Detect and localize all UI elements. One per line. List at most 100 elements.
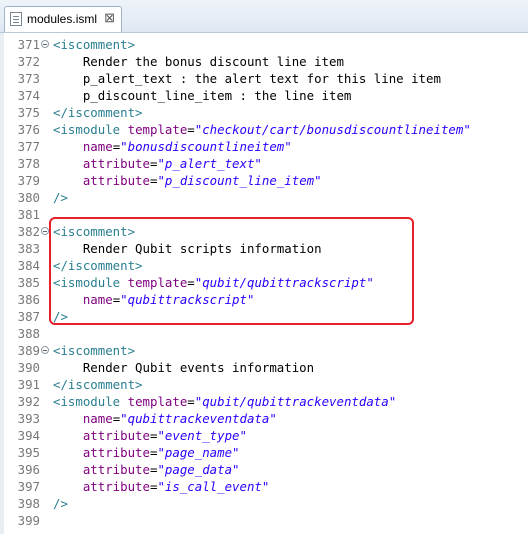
code-line[interactable]: 371 <iscomment>: [0, 36, 528, 53]
code-text: attribute="p_discount_line_item": [53, 172, 322, 189]
code-comment-text: =: [187, 275, 195, 290]
code-line[interactable]: 374 p_discount_line_item : the line item: [0, 87, 528, 104]
code-tag: </iscomment>: [53, 258, 143, 273]
code-attribute: name: [82, 139, 113, 154]
line-number: 385: [17, 275, 40, 290]
code-line[interactable]: 391 </iscomment>: [0, 376, 528, 393]
code-attribute: attribute: [82, 479, 150, 494]
code-text: <ismodule template="qubit/qubittrackeven…: [53, 393, 396, 410]
code-tag: </iscomment>: [53, 377, 143, 392]
code-line[interactable]: 384 </iscomment>: [0, 257, 528, 274]
code-string: "checkout/cart/bonusdiscountlineitem": [194, 122, 471, 137]
code-line[interactable]: 381: [0, 206, 528, 223]
code-string: "qubit/qubittrackscript": [194, 275, 374, 290]
line-number: 388: [17, 326, 40, 341]
code-text: attribute="page_name": [53, 444, 240, 461]
fold-toggle-icon[interactable]: [41, 40, 49, 48]
code-comment-text: p_discount_line_item : the line item: [82, 88, 352, 103]
tab-label: modules.isml: [27, 12, 98, 26]
code-tag: <iscomment>: [53, 224, 136, 239]
code-line[interactable]: 396 attribute="page_data": [0, 461, 528, 478]
code-line[interactable]: 387 />: [0, 308, 528, 325]
code-comment-text: p_alert_text : the alert text for this l…: [82, 71, 441, 86]
line-number: 387: [17, 309, 40, 324]
code-line[interactable]: 395 attribute="page_name": [0, 444, 528, 461]
fold-toggle-icon[interactable]: [41, 227, 49, 235]
line-number: 375: [17, 105, 40, 120]
code-line[interactable]: 399: [0, 512, 528, 529]
line-number: 372: [17, 54, 40, 69]
line-number: 390: [17, 360, 40, 375]
code-line[interactable]: 388: [0, 325, 528, 342]
line-number: 394: [17, 428, 40, 443]
line-number: 379: [17, 173, 40, 188]
code-line[interactable]: 389 <iscomment>: [0, 342, 528, 359]
code-string: "page_name": [157, 445, 240, 460]
tab-modules-isml[interactable]: modules.isml ⊠: [4, 6, 122, 32]
code-line[interactable]: 392 <ismodule template="qubit/qubittracke…: [0, 393, 528, 410]
line-number: 392: [17, 394, 40, 409]
code-line[interactable]: 385 <ismodule template="qubit/qubittracks…: [0, 274, 528, 291]
code-line[interactable]: 393 name="qubittrackeventdata": [0, 410, 528, 427]
code-text: attribute="is_call_event": [53, 478, 270, 495]
code-line[interactable]: 394 attribute="event_type": [0, 427, 528, 444]
code-line[interactable]: 382 <iscomment>: [0, 223, 528, 240]
code-string: "qubit/qubittrackeventdata": [194, 394, 397, 409]
code-attribute: attribute: [82, 445, 150, 460]
code-text: name="qubittrackscript": [53, 291, 255, 308]
code-editor[interactable]: 371 <iscomment> 372 Render the bonus disco…: [0, 33, 528, 534]
code-tag: <iscomment>: [53, 343, 136, 358]
fold-toggle-icon[interactable]: [41, 346, 49, 354]
code-text: </iscomment>: [53, 104, 143, 121]
line-number: 381: [17, 207, 40, 222]
code-text: />: [53, 189, 68, 206]
code-text: attribute="page_data": [53, 461, 240, 478]
code-line[interactable]: 386 name="qubittrackscript": [0, 291, 528, 308]
code-text: </iscomment>: [53, 257, 143, 274]
code-line[interactable]: 383 Render Qubit scripts information: [0, 240, 528, 257]
code-string: "page_data": [157, 462, 240, 477]
code-text: attribute="p_alert_text": [53, 155, 262, 172]
code-text: <ismodule template="checkout/cart/bonusd…: [53, 121, 471, 138]
code-text: <iscomment>: [53, 223, 135, 240]
code-string: "event_type": [157, 428, 247, 443]
code-string: "bonusdiscountlineitem": [120, 139, 292, 154]
code-comment-text: Render Qubit scripts information: [82, 241, 322, 256]
code-string: "p_discount_line_item": [157, 173, 322, 188]
code-line[interactable]: 397 attribute="is_call_event": [0, 478, 528, 495]
code-text: />: [53, 308, 68, 325]
code-attribute: name: [82, 292, 113, 307]
code-line[interactable]: 372 Render the bonus discount line item: [0, 53, 528, 70]
code-text: />: [53, 495, 68, 512]
line-number: 374: [17, 88, 40, 103]
code-attribute: template: [127, 394, 188, 409]
code-line[interactable]: 376 <ismodule template="checkout/cart/bon…: [0, 121, 528, 138]
line-number: 384: [17, 258, 40, 273]
code-comment-text: Render Qubit events information: [82, 360, 315, 375]
code-line[interactable]: 390 Render Qubit events information: [0, 359, 528, 376]
code-line[interactable]: 398 />: [0, 495, 528, 512]
code-tag: <ismodule: [53, 275, 128, 290]
code-text: <ismodule template="qubit/qubittrackscri…: [53, 274, 374, 291]
code-line[interactable]: 377 name="bonusdiscountlineitem": [0, 138, 528, 155]
code-text: Render Qubit scripts information: [53, 240, 322, 257]
code-attribute: attribute: [82, 173, 150, 188]
code-line[interactable]: 380 />: [0, 189, 528, 206]
code-tag: />: [53, 496, 68, 511]
line-number: 397: [17, 479, 40, 494]
line-number: 391: [17, 377, 40, 392]
editor-tab-bar: modules.isml ⊠: [0, 0, 528, 33]
code-text: Render Qubit events information: [53, 359, 314, 376]
line-number: 386: [17, 292, 40, 307]
code-line[interactable]: 375 </iscomment>: [0, 104, 528, 121]
line-number: 376: [17, 122, 40, 137]
code-line[interactable]: 378 attribute="p_alert_text": [0, 155, 528, 172]
close-icon[interactable]: ⊠: [104, 10, 115, 26]
code-attribute: template: [127, 275, 188, 290]
code-text: p_discount_line_item : the line item: [53, 87, 352, 104]
code-line[interactable]: 379 attribute="p_discount_line_item": [0, 172, 528, 189]
code-attribute: template: [127, 122, 188, 137]
code-attribute: name: [82, 411, 113, 426]
code-line[interactable]: 373 p_alert_text : the alert text for th…: [0, 70, 528, 87]
code-string: "qubittrackeventdata": [120, 411, 277, 426]
